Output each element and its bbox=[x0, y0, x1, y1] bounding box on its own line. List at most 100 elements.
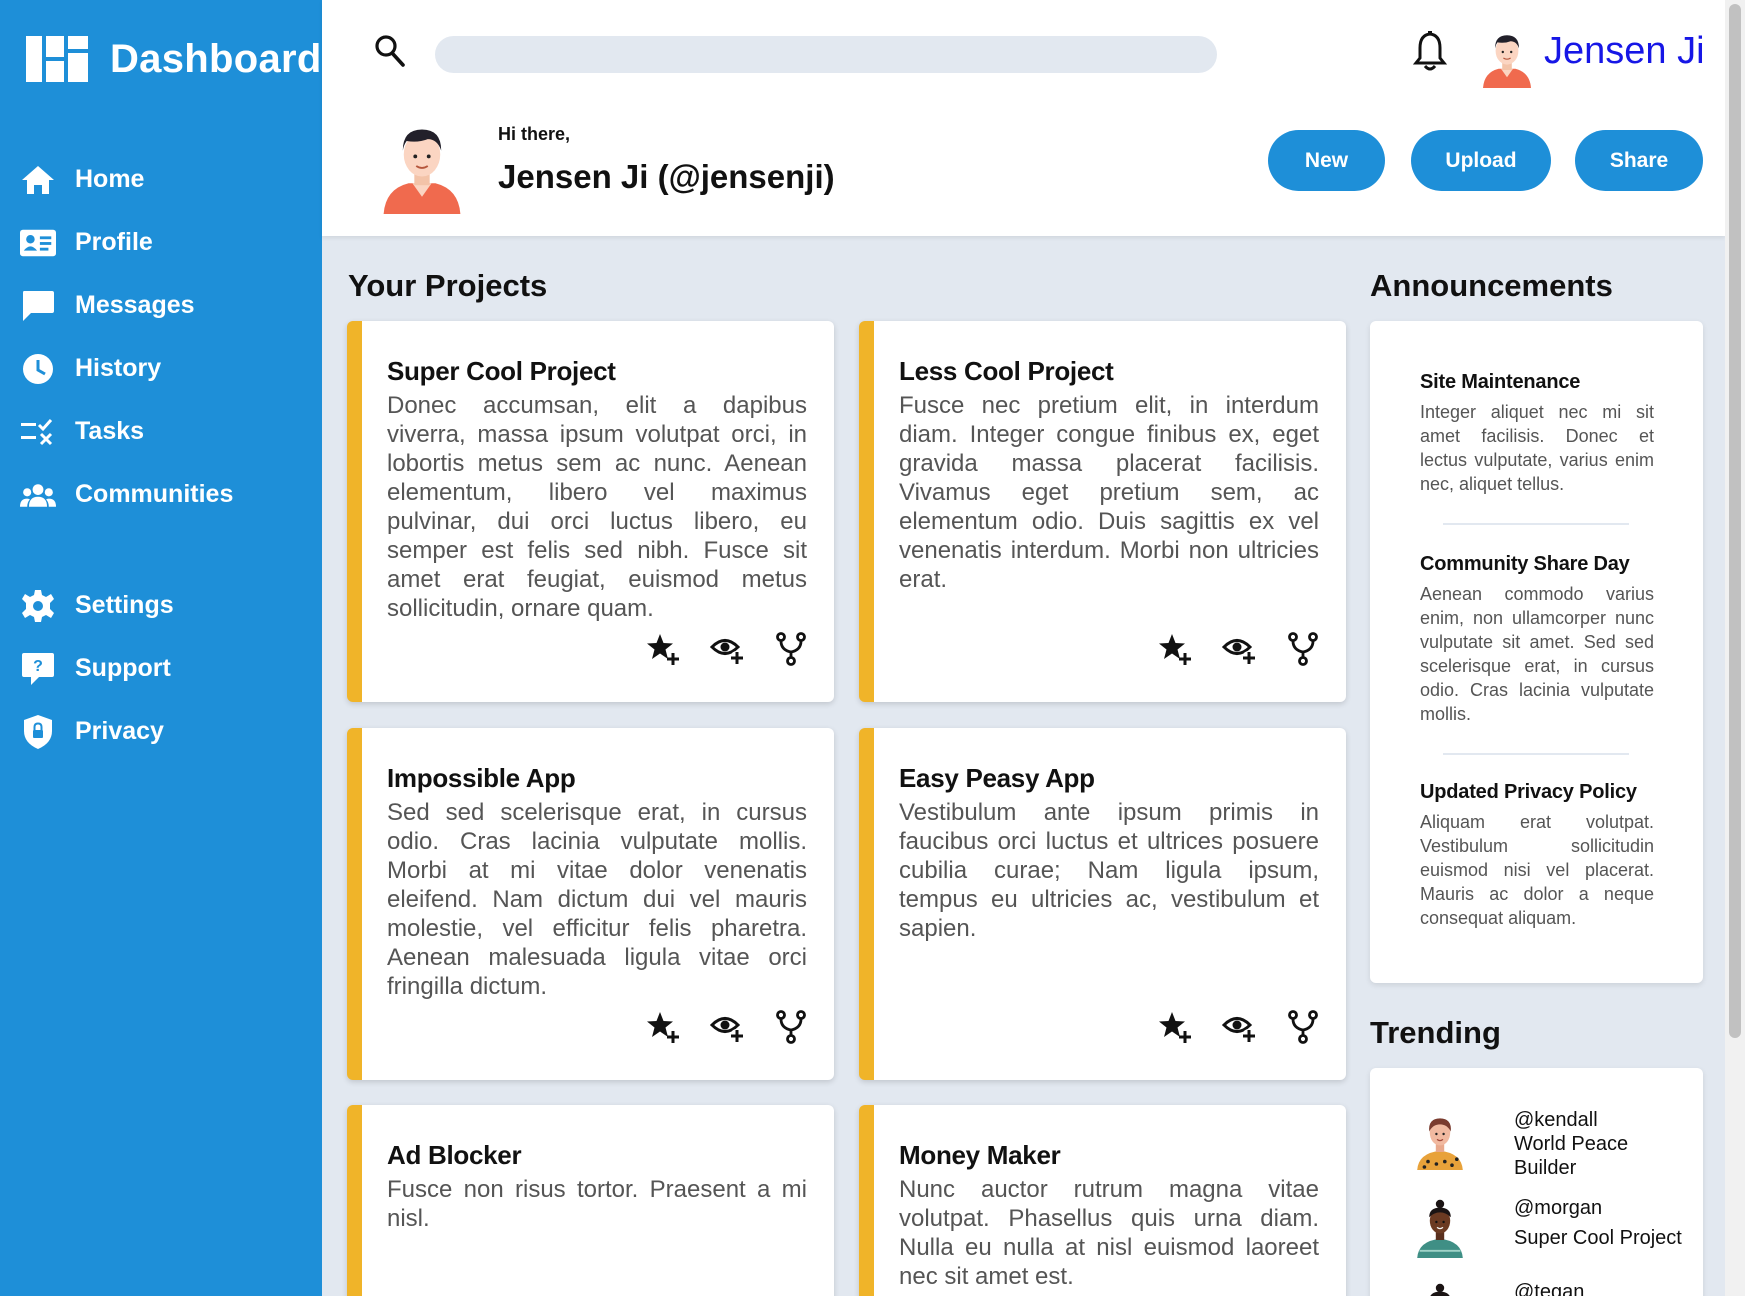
announcement-item[interactable]: Updated Privacy Policy Aliquam erat volu… bbox=[1420, 781, 1654, 930]
announcement-title: Site Maintenance bbox=[1420, 371, 1581, 393]
sidebar-item-home[interactable]: Home bbox=[0, 148, 322, 211]
sidebar-item-support[interactable]: ? Support bbox=[0, 637, 322, 700]
sidebar-item-communities[interactable]: Communities bbox=[0, 463, 322, 526]
trending-handle: @kendall bbox=[1514, 1109, 1598, 1131]
project-title: Ad Blocker bbox=[387, 1140, 522, 1170]
watch-add-icon[interactable] bbox=[1222, 1010, 1256, 1044]
project-description: Nunc auctor rutrum magna vitae volutpat.… bbox=[899, 1176, 1319, 1290]
sidebar-item-history[interactable]: History bbox=[0, 337, 322, 400]
greeting: Hi there, bbox=[498, 124, 571, 144]
fork-icon[interactable] bbox=[1286, 632, 1320, 666]
profile-display-name: Jensen Ji (@jensenji) bbox=[498, 158, 835, 195]
trending-text: @tegan bbox=[1514, 1280, 1584, 1296]
project-title: Super Cool Project bbox=[387, 356, 616, 386]
fork-icon[interactable] bbox=[774, 632, 808, 666]
scrollbar-thumb[interactable] bbox=[1729, 4, 1741, 1038]
project-description: Sed sed scelerisque erat, in cursus odio… bbox=[387, 799, 807, 1000]
brand-title: Dashboard bbox=[110, 36, 322, 81]
star-add-icon[interactable] bbox=[1158, 1010, 1192, 1044]
trending-item[interactable]: @morgan Super Cool Project bbox=[1410, 1196, 1682, 1260]
bell-icon[interactable] bbox=[1412, 30, 1448, 72]
announcement-body: Aliquam erat volutpat. Vestibulum sollic… bbox=[1420, 812, 1654, 928]
announcement-item[interactable]: Site Maintenance Integer aliquet nec mi … bbox=[1420, 371, 1654, 496]
home-icon bbox=[20, 162, 56, 198]
project-actions bbox=[1158, 1010, 1320, 1044]
sidebar-item-label: Messages bbox=[75, 291, 195, 319]
project-card[interactable]: Money Maker Nunc auctor rutrum magna vit… bbox=[859, 1105, 1346, 1296]
sidebar-item-label: Communities bbox=[75, 480, 234, 508]
people-icon bbox=[20, 477, 56, 513]
star-add-icon[interactable] bbox=[646, 1010, 680, 1044]
sidebar-item-label: Tasks bbox=[75, 417, 145, 445]
sidebar-item-label: Privacy bbox=[75, 717, 164, 745]
sidebar-item-tasks[interactable]: Tasks bbox=[0, 400, 322, 463]
watch-add-icon[interactable] bbox=[710, 1010, 744, 1044]
project-title: Money Maker bbox=[899, 1140, 1061, 1170]
watch-add-icon[interactable] bbox=[710, 632, 744, 666]
trending-text: @kendall World Peace Builder bbox=[1514, 1108, 1644, 1180]
sidebar-item-label: Support bbox=[75, 654, 171, 682]
sidebar-item-label: Home bbox=[75, 165, 145, 193]
project-title: Impossible App bbox=[387, 763, 576, 793]
sidebar-item-settings[interactable]: Settings bbox=[0, 574, 322, 637]
watch-add-icon[interactable] bbox=[1222, 632, 1256, 666]
announcements-panel: Site Maintenance Integer aliquet nec mi … bbox=[1370, 321, 1703, 983]
sidebar-item-label: Settings bbox=[75, 591, 174, 619]
star-add-icon[interactable] bbox=[646, 632, 680, 666]
new-button[interactable]: New bbox=[1268, 130, 1385, 191]
project-description: Fusce nec pretium elit, in interdum diam… bbox=[899, 392, 1319, 593]
gear-icon bbox=[20, 588, 56, 624]
profile-card-icon bbox=[20, 225, 56, 261]
star-add-icon[interactable] bbox=[1158, 632, 1192, 666]
avatar[interactable] bbox=[1477, 28, 1537, 88]
search-input[interactable] bbox=[435, 36, 1217, 73]
brand[interactable]: Dashboard bbox=[26, 36, 322, 82]
header-username[interactable]: Jensen Ji bbox=[1544, 30, 1705, 73]
message-icon bbox=[20, 288, 56, 324]
trending-item[interactable]: @tegan bbox=[1410, 1280, 1584, 1296]
trending-handle: @morgan bbox=[1514, 1197, 1603, 1219]
project-actions bbox=[646, 1010, 808, 1044]
project-card[interactable]: Super Cool Project Donec accumsan, elit … bbox=[347, 321, 834, 702]
trending-project: Super Cool Project bbox=[1514, 1227, 1682, 1249]
announcement-title: Community Share Day bbox=[1420, 553, 1630, 575]
announcement-title: Updated Privacy Policy bbox=[1420, 781, 1637, 803]
avatar bbox=[1410, 1108, 1470, 1172]
announcements-title: Announcements bbox=[1370, 268, 1613, 303]
avatar bbox=[1410, 1196, 1470, 1260]
sidebar-item-profile[interactable]: Profile bbox=[0, 211, 322, 274]
project-actions bbox=[646, 632, 808, 666]
upload-button[interactable]: Upload bbox=[1411, 130, 1551, 191]
fork-icon[interactable] bbox=[1286, 1010, 1320, 1044]
tasks-icon bbox=[20, 414, 56, 450]
fork-icon[interactable] bbox=[774, 1010, 808, 1044]
sidebar-nav: Home Profile Messages History Tasks Comm… bbox=[0, 148, 322, 763]
trending-panel: @kendall World Peace Builder @morgan Sup… bbox=[1370, 1068, 1703, 1296]
sidebar: Dashboard Home Profile Messages History bbox=[0, 0, 322, 1296]
profile-avatar bbox=[374, 118, 470, 214]
divider bbox=[1443, 753, 1629, 755]
svg-text:?: ? bbox=[33, 658, 43, 675]
sidebar-item-messages[interactable]: Messages bbox=[0, 274, 322, 337]
project-title: Less Cool Project bbox=[899, 356, 1114, 386]
divider bbox=[1443, 523, 1629, 525]
project-description: Donec accumsan, elit a dapibus viverra, … bbox=[387, 392, 807, 622]
sidebar-item-privacy[interactable]: Privacy bbox=[0, 700, 322, 763]
project-title: Easy Peasy App bbox=[899, 763, 1095, 793]
announcement-item[interactable]: Community Share Day Aenean commodo variu… bbox=[1420, 553, 1654, 726]
header: Jensen Ji Hi there, Jensen Ji (@jensenji… bbox=[322, 0, 1725, 236]
project-description: Vestibulum ante ipsum primis in faucibus… bbox=[899, 799, 1319, 942]
search-icon[interactable] bbox=[374, 34, 406, 68]
project-card[interactable]: Impossible App Sed sed scelerisque erat,… bbox=[347, 728, 834, 1080]
trending-item[interactable]: @kendall World Peace Builder bbox=[1410, 1108, 1644, 1180]
project-card[interactable]: Easy Peasy App Vestibulum ante ipsum pri… bbox=[859, 728, 1346, 1080]
dashboard-logo-icon bbox=[26, 36, 88, 82]
project-actions bbox=[1158, 632, 1320, 666]
share-button[interactable]: Share bbox=[1575, 130, 1703, 191]
announcement-body: Aenean commodo varius enim, non ullamcor… bbox=[1420, 584, 1654, 724]
sidebar-item-label: History bbox=[75, 354, 162, 382]
clock-icon bbox=[20, 351, 56, 387]
project-card[interactable]: Less Cool Project Fusce nec pretium elit… bbox=[859, 321, 1346, 702]
project-card[interactable]: Ad Blocker Fusce non risus tortor. Praes… bbox=[347, 1105, 834, 1296]
